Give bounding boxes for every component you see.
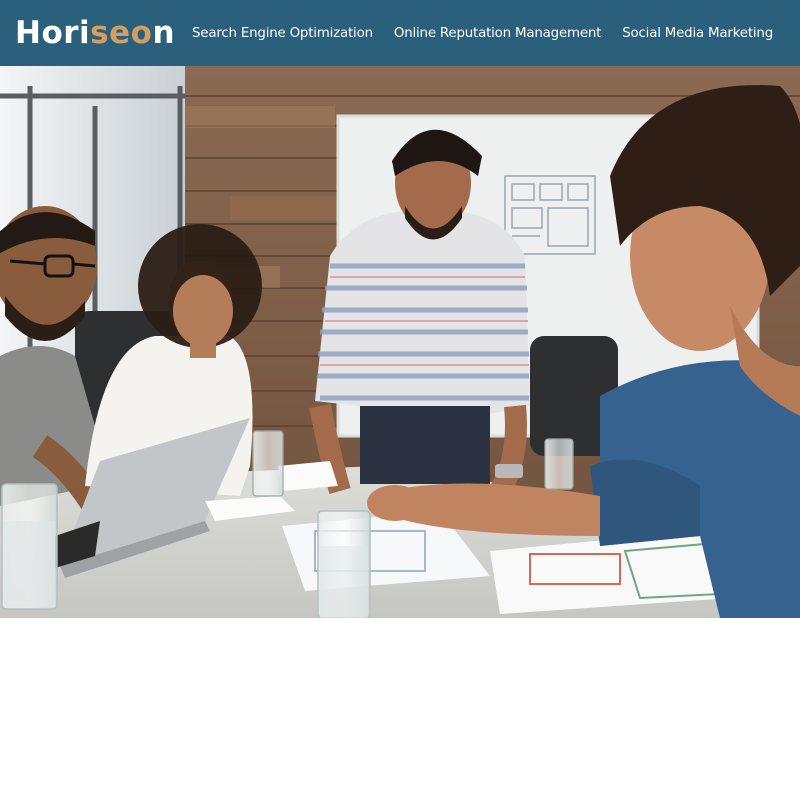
site-header: Horiseon Search Engine Optimization Onli… bbox=[0, 0, 800, 66]
main-nav: Search Engine Optimization Online Reputa… bbox=[192, 24, 773, 42]
site-logo[interactable]: Horiseon bbox=[15, 14, 176, 51]
nav-link-search-engine-optimization[interactable]: Search Engine Optimization bbox=[192, 26, 373, 41]
nav-item-seo: Search Engine Optimization bbox=[192, 24, 373, 42]
nav-item-orm: Online Reputation Management bbox=[394, 24, 602, 42]
water-glass-1 bbox=[1, 483, 58, 610]
logo-part-3: n bbox=[152, 14, 176, 51]
nav-list: Search Engine Optimization Online Reputa… bbox=[192, 24, 773, 42]
logo-part-1: Hori bbox=[15, 14, 91, 51]
logo-part-2-accent: seo bbox=[90, 14, 153, 51]
nav-link-social-media-marketing[interactable]: Social Media Marketing bbox=[622, 26, 773, 41]
nav-item-smm: Social Media Marketing bbox=[622, 24, 773, 42]
nav-link-online-reputation-management[interactable]: Online Reputation Management bbox=[394, 26, 602, 41]
water-glass-3 bbox=[544, 438, 574, 490]
water-glass-2 bbox=[252, 430, 284, 497]
water-glass-4 bbox=[317, 510, 371, 618]
hero-photo-illustration bbox=[0, 66, 800, 618]
hero-image bbox=[0, 66, 800, 618]
